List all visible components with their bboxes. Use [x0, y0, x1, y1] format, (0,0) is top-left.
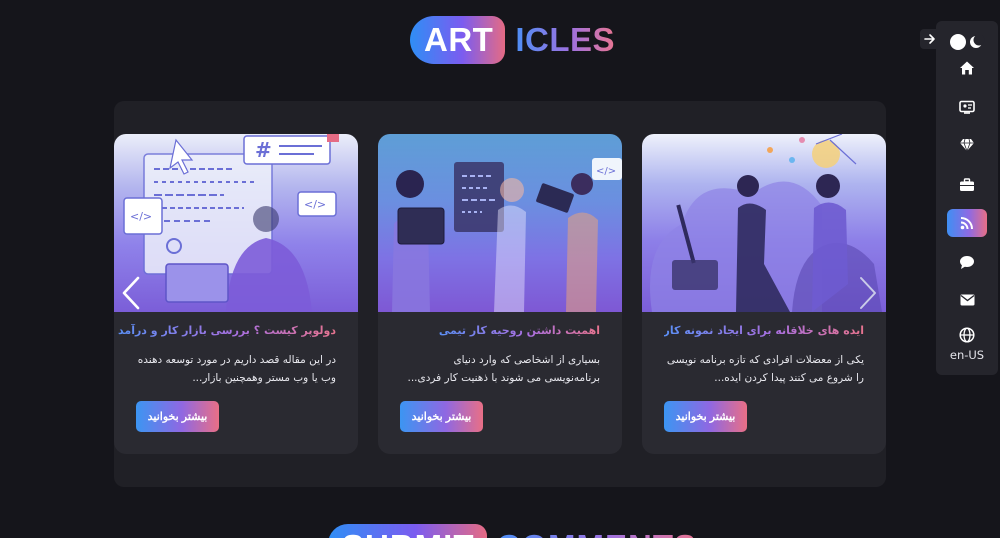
article-description: بسیاری از اشخاصی که وارد دنیای برنامه‌نو…	[407, 354, 600, 384]
article-description: یکی از معضلات افرادی که تازه برنامه نویس…	[666, 354, 864, 384]
chevron-right-icon[interactable]	[857, 275, 879, 311]
nav-item-skills[interactable]	[947, 131, 987, 159]
article-title[interactable]: ایده های خلاقانه برای ایجاد نمونه کار	[664, 324, 864, 337]
rss-icon	[960, 217, 973, 230]
section-title-part1: ART	[424, 21, 494, 58]
next-section-title-highlight: SUBMIT	[328, 524, 487, 538]
article-card[interactable]: # </> </> دولوپر کیست ؟ بررسی بازار کار …	[114, 134, 358, 454]
nav-item-comments[interactable]	[947, 248, 987, 276]
article-card[interactable]: ایده های خلاقانه برای ایجاد نمونه کار یک…	[642, 134, 886, 454]
read-more-button[interactable]: بیشتر بخوانید	[400, 401, 483, 432]
svg-text:#: #	[255, 138, 272, 162]
developer-illustration-icon: # </> </>	[114, 134, 358, 312]
section-title-highlight: ART	[410, 16, 506, 64]
nav-item-contact[interactable]	[947, 286, 987, 314]
next-section-title-part2: COMMENTS	[497, 530, 698, 538]
profile-card-icon	[959, 100, 975, 114]
read-more-button[interactable]: بیشتر بخوانید	[136, 401, 219, 432]
language-label[interactable]: en-US	[936, 348, 998, 362]
section-title: ART ICLES	[410, 16, 615, 64]
next-section-title: SUBMIT COMMENTS	[328, 524, 697, 538]
home-icon	[960, 61, 974, 75]
teamwork-illustration-icon: </>	[378, 134, 622, 312]
article-description: در این مقاله قصد داریم در مورد توسعه دهن…	[137, 354, 336, 384]
svg-text:</>: </>	[596, 166, 616, 177]
globe-icon	[959, 327, 975, 343]
chevron-left-icon[interactable]	[120, 275, 142, 311]
svg-text:</>: </>	[304, 198, 326, 211]
next-section-title-part1: SUBMIT	[342, 530, 475, 538]
nav-item-articles[interactable]	[947, 209, 987, 237]
article-title[interactable]: دولوپر کیست ؟ بررسی بازار کار و درآمد	[118, 324, 336, 337]
theme-toggle[interactable]	[949, 33, 985, 51]
diamond-icon	[960, 138, 974, 152]
svg-text:</>: </>	[130, 210, 152, 223]
envelope-icon	[960, 294, 974, 306]
read-more-button[interactable]: بیشتر بخوانید	[664, 401, 747, 432]
nav-item-language[interactable]	[947, 321, 987, 349]
nav-item-portfolio[interactable]	[947, 171, 987, 199]
nav-item-about[interactable]	[947, 93, 987, 121]
section-title-part2: ICLES	[515, 21, 616, 58]
moon-icon	[950, 34, 985, 50]
creative-ideas-illustration-icon	[642, 134, 886, 312]
chat-icon	[960, 255, 974, 269]
article-title[interactable]: اهمیت داشتن روحیه کار تیمی	[439, 324, 600, 337]
article-card[interactable]: </> اهمیت داشتن روحیه کار تیمی بسیاری از…	[378, 134, 622, 454]
briefcase-icon	[960, 178, 974, 191]
side-navigation: en-US	[936, 21, 998, 375]
articles-carousel: # </> </> دولوپر کیست ؟ بررسی بازار کار …	[114, 101, 886, 487]
nav-item-home[interactable]	[947, 54, 987, 82]
